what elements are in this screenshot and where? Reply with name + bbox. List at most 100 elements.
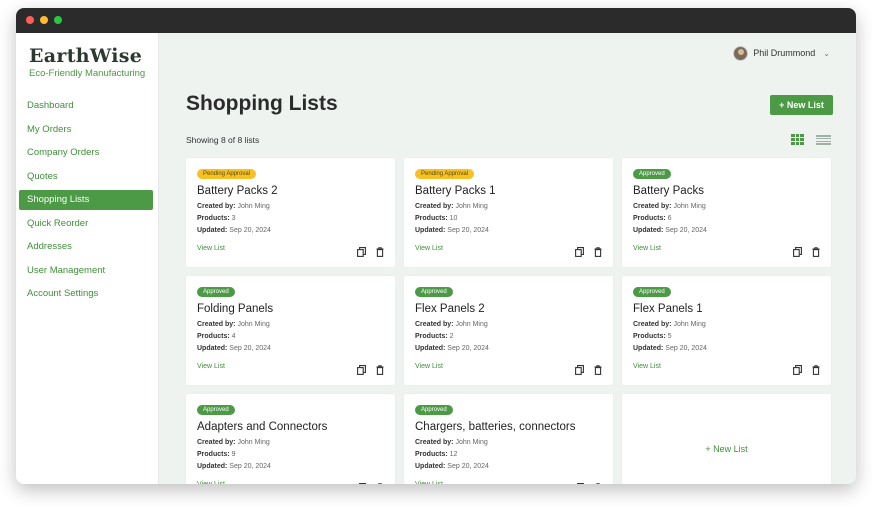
title-bar (16, 8, 856, 33)
view-list-link[interactable]: View List (633, 245, 661, 252)
view-list-link[interactable]: View List (415, 481, 443, 484)
sidebar-item-my-orders[interactable]: My Orders (19, 120, 153, 140)
list-created-by: Created by: John Ming (197, 439, 270, 446)
status-badge: Approved (415, 405, 453, 415)
list-created-by: Created by: John Ming (415, 439, 488, 446)
shopping-list-card[interactable]: Pending Approval Battery Packs 2 Created b… (186, 158, 395, 267)
trash-icon[interactable] (376, 362, 384, 375)
shopping-list-card[interactable]: Approved Adapters and Connectors Created b… (186, 394, 395, 484)
minimize-window-button[interactable] (40, 16, 48, 24)
list-products: Products: 6 (633, 215, 672, 222)
list-products: Products: 2 (415, 333, 454, 340)
list-title: Chargers, batteries, connectors (415, 421, 576, 433)
list-created-by: Created by: John Ming (415, 203, 488, 210)
shopping-list-card[interactable]: Approved Battery Packs Created by: John Mi… (622, 158, 831, 267)
sidebar-item-addresses[interactable]: Addresses (19, 237, 153, 257)
view-list-link[interactable]: View List (415, 363, 443, 370)
trash-icon[interactable] (594, 362, 602, 375)
list-created-by: Created by: John Ming (633, 321, 706, 328)
list-title: Adapters and Connectors (197, 421, 328, 433)
shopping-list-card[interactable]: Pending Approval Battery Packs 1 Created b… (404, 158, 613, 267)
list-updated: Updated: Sep 20, 2024 (197, 463, 271, 470)
list-updated: Updated: Sep 20, 2024 (633, 345, 707, 352)
new-list-card[interactable]: + New List (622, 394, 831, 484)
new-list-button[interactable]: + New List (770, 95, 833, 115)
copy-icon[interactable] (357, 362, 366, 375)
list-title: Flex Panels 2 (415, 303, 485, 315)
sidebar: EarthWise Eco-Friendly Manufacturing Das… (16, 33, 159, 484)
sidebar-item-dashboard[interactable]: Dashboard (19, 96, 153, 116)
status-badge: Pending Approval (197, 169, 257, 179)
list-updated: Updated: Sep 20, 2024 (415, 463, 489, 470)
app-window: EarthWise Eco-Friendly Manufacturing Das… (16, 8, 856, 484)
list-title: Battery Packs 2 (197, 185, 278, 197)
list-created-by: Created by: John Ming (415, 321, 488, 328)
shopping-list-card[interactable]: Approved Flex Panels 2 Created by: John Mi… (404, 276, 613, 385)
user-name: Phil Drummond (753, 48, 816, 58)
user-menu[interactable]: Phil Drummond ⌄ (733, 45, 830, 61)
sidebar-item-shopping-lists[interactable]: Shopping Lists (19, 190, 153, 210)
maximize-window-button[interactable] (54, 16, 62, 24)
grid-view-icon[interactable] (791, 134, 804, 145)
sidebar-item-quotes[interactable]: Quotes (19, 167, 153, 187)
shopping-list-card[interactable]: Approved Flex Panels 1 Created by: John Mi… (622, 276, 831, 385)
view-list-link[interactable]: View List (415, 245, 443, 252)
shopping-list-card[interactable]: Approved Chargers, batteries, connectors C… (404, 394, 613, 484)
list-view-icon[interactable] (816, 135, 831, 145)
trash-icon[interactable] (376, 244, 384, 257)
list-created-by: Created by: John Ming (197, 203, 270, 210)
view-list-link[interactable]: View List (197, 481, 225, 484)
tagline: Eco-Friendly Manufacturing (29, 68, 146, 79)
copy-icon[interactable] (793, 362, 802, 375)
list-products: Products: 3 (197, 215, 236, 222)
copy-icon[interactable] (575, 480, 584, 484)
status-badge: Approved (633, 169, 671, 179)
status-badge: Pending Approval (415, 169, 475, 179)
page-title: Shopping Lists (186, 92, 338, 115)
list-title: Flex Panels 1 (633, 303, 703, 315)
sidebar-nav: Dashboard My Orders Company Orders Quotes Sh… (19, 96, 153, 308)
list-updated: Updated: Sep 20, 2024 (415, 345, 489, 352)
list-products: Products: 4 (197, 333, 236, 340)
status-badge: Approved (197, 405, 235, 415)
list-products: Products: 10 (415, 215, 458, 222)
trash-icon[interactable] (594, 244, 602, 257)
list-count: Showing 8 of 8 lists (186, 135, 260, 145)
main-content: Phil Drummond ⌄ Shopping Lists + New Lis… (159, 33, 856, 484)
sidebar-item-user-management[interactable]: User Management (19, 261, 153, 281)
list-title: Folding Panels (197, 303, 274, 315)
trash-icon[interactable] (376, 480, 384, 484)
list-updated: Updated: Sep 20, 2024 (197, 345, 271, 352)
sidebar-item-account-settings[interactable]: Account Settings (19, 284, 153, 304)
list-title: Battery Packs (633, 185, 704, 197)
close-window-button[interactable] (26, 16, 34, 24)
trash-icon[interactable] (812, 362, 820, 375)
avatar (733, 45, 749, 61)
sidebar-item-company-orders[interactable]: Company Orders (19, 143, 153, 163)
list-products: Products: 12 (415, 451, 458, 458)
logo[interactable]: EarthWise (29, 45, 142, 67)
copy-icon[interactable] (793, 244, 802, 257)
list-created-by: Created by: John Ming (633, 203, 706, 210)
status-badge: Approved (197, 287, 235, 297)
shopping-list-card[interactable]: Approved Folding Panels Created by: John M… (186, 276, 395, 385)
list-title: Battery Packs 1 (415, 185, 496, 197)
copy-icon[interactable] (357, 244, 366, 257)
view-list-link[interactable]: View List (197, 363, 225, 370)
list-updated: Updated: Sep 20, 2024 (197, 227, 271, 234)
view-list-link[interactable]: View List (197, 245, 225, 252)
status-badge: Approved (633, 287, 671, 297)
view-list-link[interactable]: View List (633, 363, 661, 370)
status-badge: Approved (415, 287, 453, 297)
chevron-down-icon: ⌄ (823, 48, 830, 58)
trash-icon[interactable] (594, 480, 602, 484)
trash-icon[interactable] (812, 244, 820, 257)
sidebar-item-quick-reorder[interactable]: Quick Reorder (19, 214, 153, 234)
list-updated: Updated: Sep 20, 2024 (633, 227, 707, 234)
copy-icon[interactable] (575, 244, 584, 257)
list-created-by: Created by: John Ming (197, 321, 270, 328)
list-updated: Updated: Sep 20, 2024 (415, 227, 489, 234)
copy-icon[interactable] (575, 362, 584, 375)
list-products: Products: 9 (197, 451, 236, 458)
copy-icon[interactable] (357, 480, 366, 484)
